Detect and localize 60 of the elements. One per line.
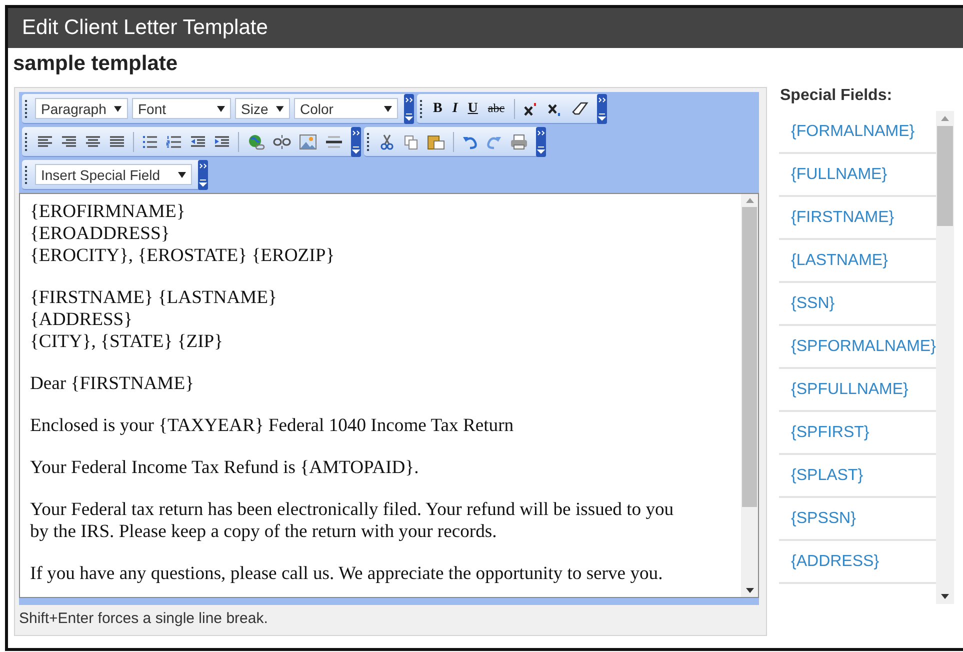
overflow-icon[interactable] [404, 94, 414, 124]
superscript-icon[interactable] [522, 100, 539, 116]
outdent-icon[interactable] [190, 134, 206, 148]
align-left-icon[interactable] [37, 134, 53, 148]
align-right-icon[interactable] [61, 134, 77, 148]
caret-icon [384, 106, 392, 112]
format-button[interactable]: I [449, 100, 461, 116]
paste-icon[interactable] [427, 134, 445, 150]
align-center-icon[interactable] [85, 134, 101, 148]
image-icon[interactable] [299, 134, 317, 150]
format-button[interactable]: U [464, 100, 481, 116]
letter-paragraph: Your Federal Income Tax Refund is {AMTOPAID}. [30, 457, 420, 479]
eraser-icon[interactable] [570, 100, 589, 116]
overflow-icon[interactable] [536, 126, 546, 156]
grip-icon [367, 132, 370, 150]
scissors-icon[interactable] [379, 134, 395, 150]
format-button[interactable]: B [430, 100, 446, 116]
letter-paragraph: If you have any questions, please call us. We appreciate the opportunity to serve you. [30, 563, 664, 585]
caret-icon [276, 106, 284, 112]
special-field-dropdown[interactable]: Insert Special Field [35, 164, 192, 185]
numbered-list-icon[interactable] [166, 134, 182, 148]
format-button[interactable]: abc [484, 101, 508, 116]
special-fields-title: Special Fields: [779, 87, 894, 106]
bullet-list-icon[interactable] [142, 134, 158, 148]
template-name: sample template [12, 51, 179, 77]
indent-icon[interactable] [214, 134, 230, 148]
overflow-icon[interactable] [351, 126, 361, 156]
caret-icon [217, 106, 225, 112]
caret-icon [178, 172, 186, 178]
scroll-thumb[interactable] [937, 126, 953, 226]
letter-paragraph: Dear {FIRSTNAME} [30, 373, 196, 395]
copy-icon[interactable] [403, 134, 419, 150]
scrollbar[interactable] [741, 194, 758, 597]
dropdown[interactable]: Paragraph [35, 98, 128, 119]
grip-icon [25, 132, 28, 150]
scrollbar[interactable] [936, 111, 954, 604]
globe-link-icon[interactable] [247, 134, 265, 150]
scroll-down-icon[interactable] [746, 588, 754, 593]
scroll-thumb[interactable] [742, 207, 757, 507]
caret-icon [114, 106, 122, 112]
hint-text: Shift+Enter forces a single line break. [19, 609, 269, 627]
unlink-icon[interactable] [273, 134, 291, 150]
dropdown[interactable]: Color [294, 98, 398, 119]
overflow-icon[interactable] [198, 160, 208, 190]
dropdown[interactable]: Size [235, 98, 290, 119]
justify-icon[interactable] [109, 134, 125, 148]
letter-editor[interactable] [19, 193, 759, 598]
grip-icon [420, 100, 423, 118]
print-icon[interactable] [510, 134, 528, 150]
dropdown[interactable]: Font [132, 98, 231, 119]
grip-icon [25, 166, 28, 184]
letter-paragraph: {EROFIRMNAME} {EROADDRESS} {EROCITY}, {EROSTATE} {EROZIP} [30, 201, 336, 267]
overflow-icon[interactable] [596, 94, 607, 124]
letter-paragraph: {FIRSTNAME} {LASTNAME} {ADDRESS} {CITY}, {STATE} {ZIP} [30, 287, 278, 353]
letter-paragraph: Your Federal tax return has been electronically filed. Your refund will be issued to you by the IRS. Please keep a copy of the return with your records. [30, 499, 675, 543]
letter-paragraph: Enclosed is your {TAXYEAR} Federal 1040 Income Tax Return [30, 415, 515, 437]
scroll-down-icon[interactable] [941, 594, 949, 599]
window-title: Edit Client Letter Template [22, 16, 268, 40]
grip-icon [25, 100, 28, 118]
horizontal-rule-icon[interactable] [325, 134, 343, 150]
